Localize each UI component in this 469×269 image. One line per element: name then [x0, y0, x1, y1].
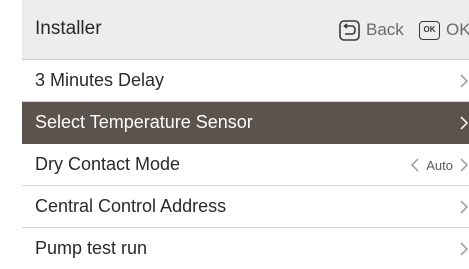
ok-button[interactable]: OK OK	[419, 17, 469, 43]
menu-item-central-control-address[interactable]: Central Control Address	[22, 186, 469, 228]
back-arrow-icon	[339, 19, 360, 41]
chevron-right-icon	[460, 116, 469, 130]
value-selector[interactable]: Auto	[410, 157, 469, 173]
menu-item-label: Pump test run	[35, 238, 148, 258]
menu-item-label: Dry Contact Mode	[35, 154, 181, 174]
settings-list: 3 Minutes Delay Select Temperature Senso…	[22, 60, 469, 269]
installer-screen: Installer Back OK OK 3 Minutes Delay Sel…	[0, 0, 469, 269]
menu-item-label: Select Temperature Sensor	[35, 112, 253, 132]
menu-item-dry-contact-mode[interactable]: Dry Contact Mode Auto	[22, 144, 469, 186]
back-button[interactable]: Back	[339, 17, 404, 43]
chevron-left-icon[interactable]	[410, 158, 420, 172]
page-title: Installer	[35, 18, 102, 39]
dry-contact-mode-value: Auto	[426, 157, 453, 173]
menu-item-select-temperature-sensor[interactable]: Select Temperature Sensor	[22, 102, 469, 144]
chevron-right-icon[interactable]	[459, 158, 469, 172]
back-label: Back	[366, 20, 404, 39]
chevron-right-icon	[460, 242, 469, 256]
ok-key-icon: OK	[419, 20, 440, 40]
menu-item-label: 3 Minutes Delay	[35, 70, 165, 90]
menu-item-label: Central Control Address	[35, 196, 227, 216]
menu-item-pump-test-run[interactable]: Pump test run	[22, 228, 469, 269]
ok-label: OK	[446, 20, 469, 39]
chevron-right-icon	[460, 74, 469, 88]
header-bar: Installer Back OK OK	[22, 0, 469, 60]
chevron-right-icon	[460, 200, 469, 214]
menu-item-3-minutes-delay[interactable]: 3 Minutes Delay	[22, 60, 469, 102]
